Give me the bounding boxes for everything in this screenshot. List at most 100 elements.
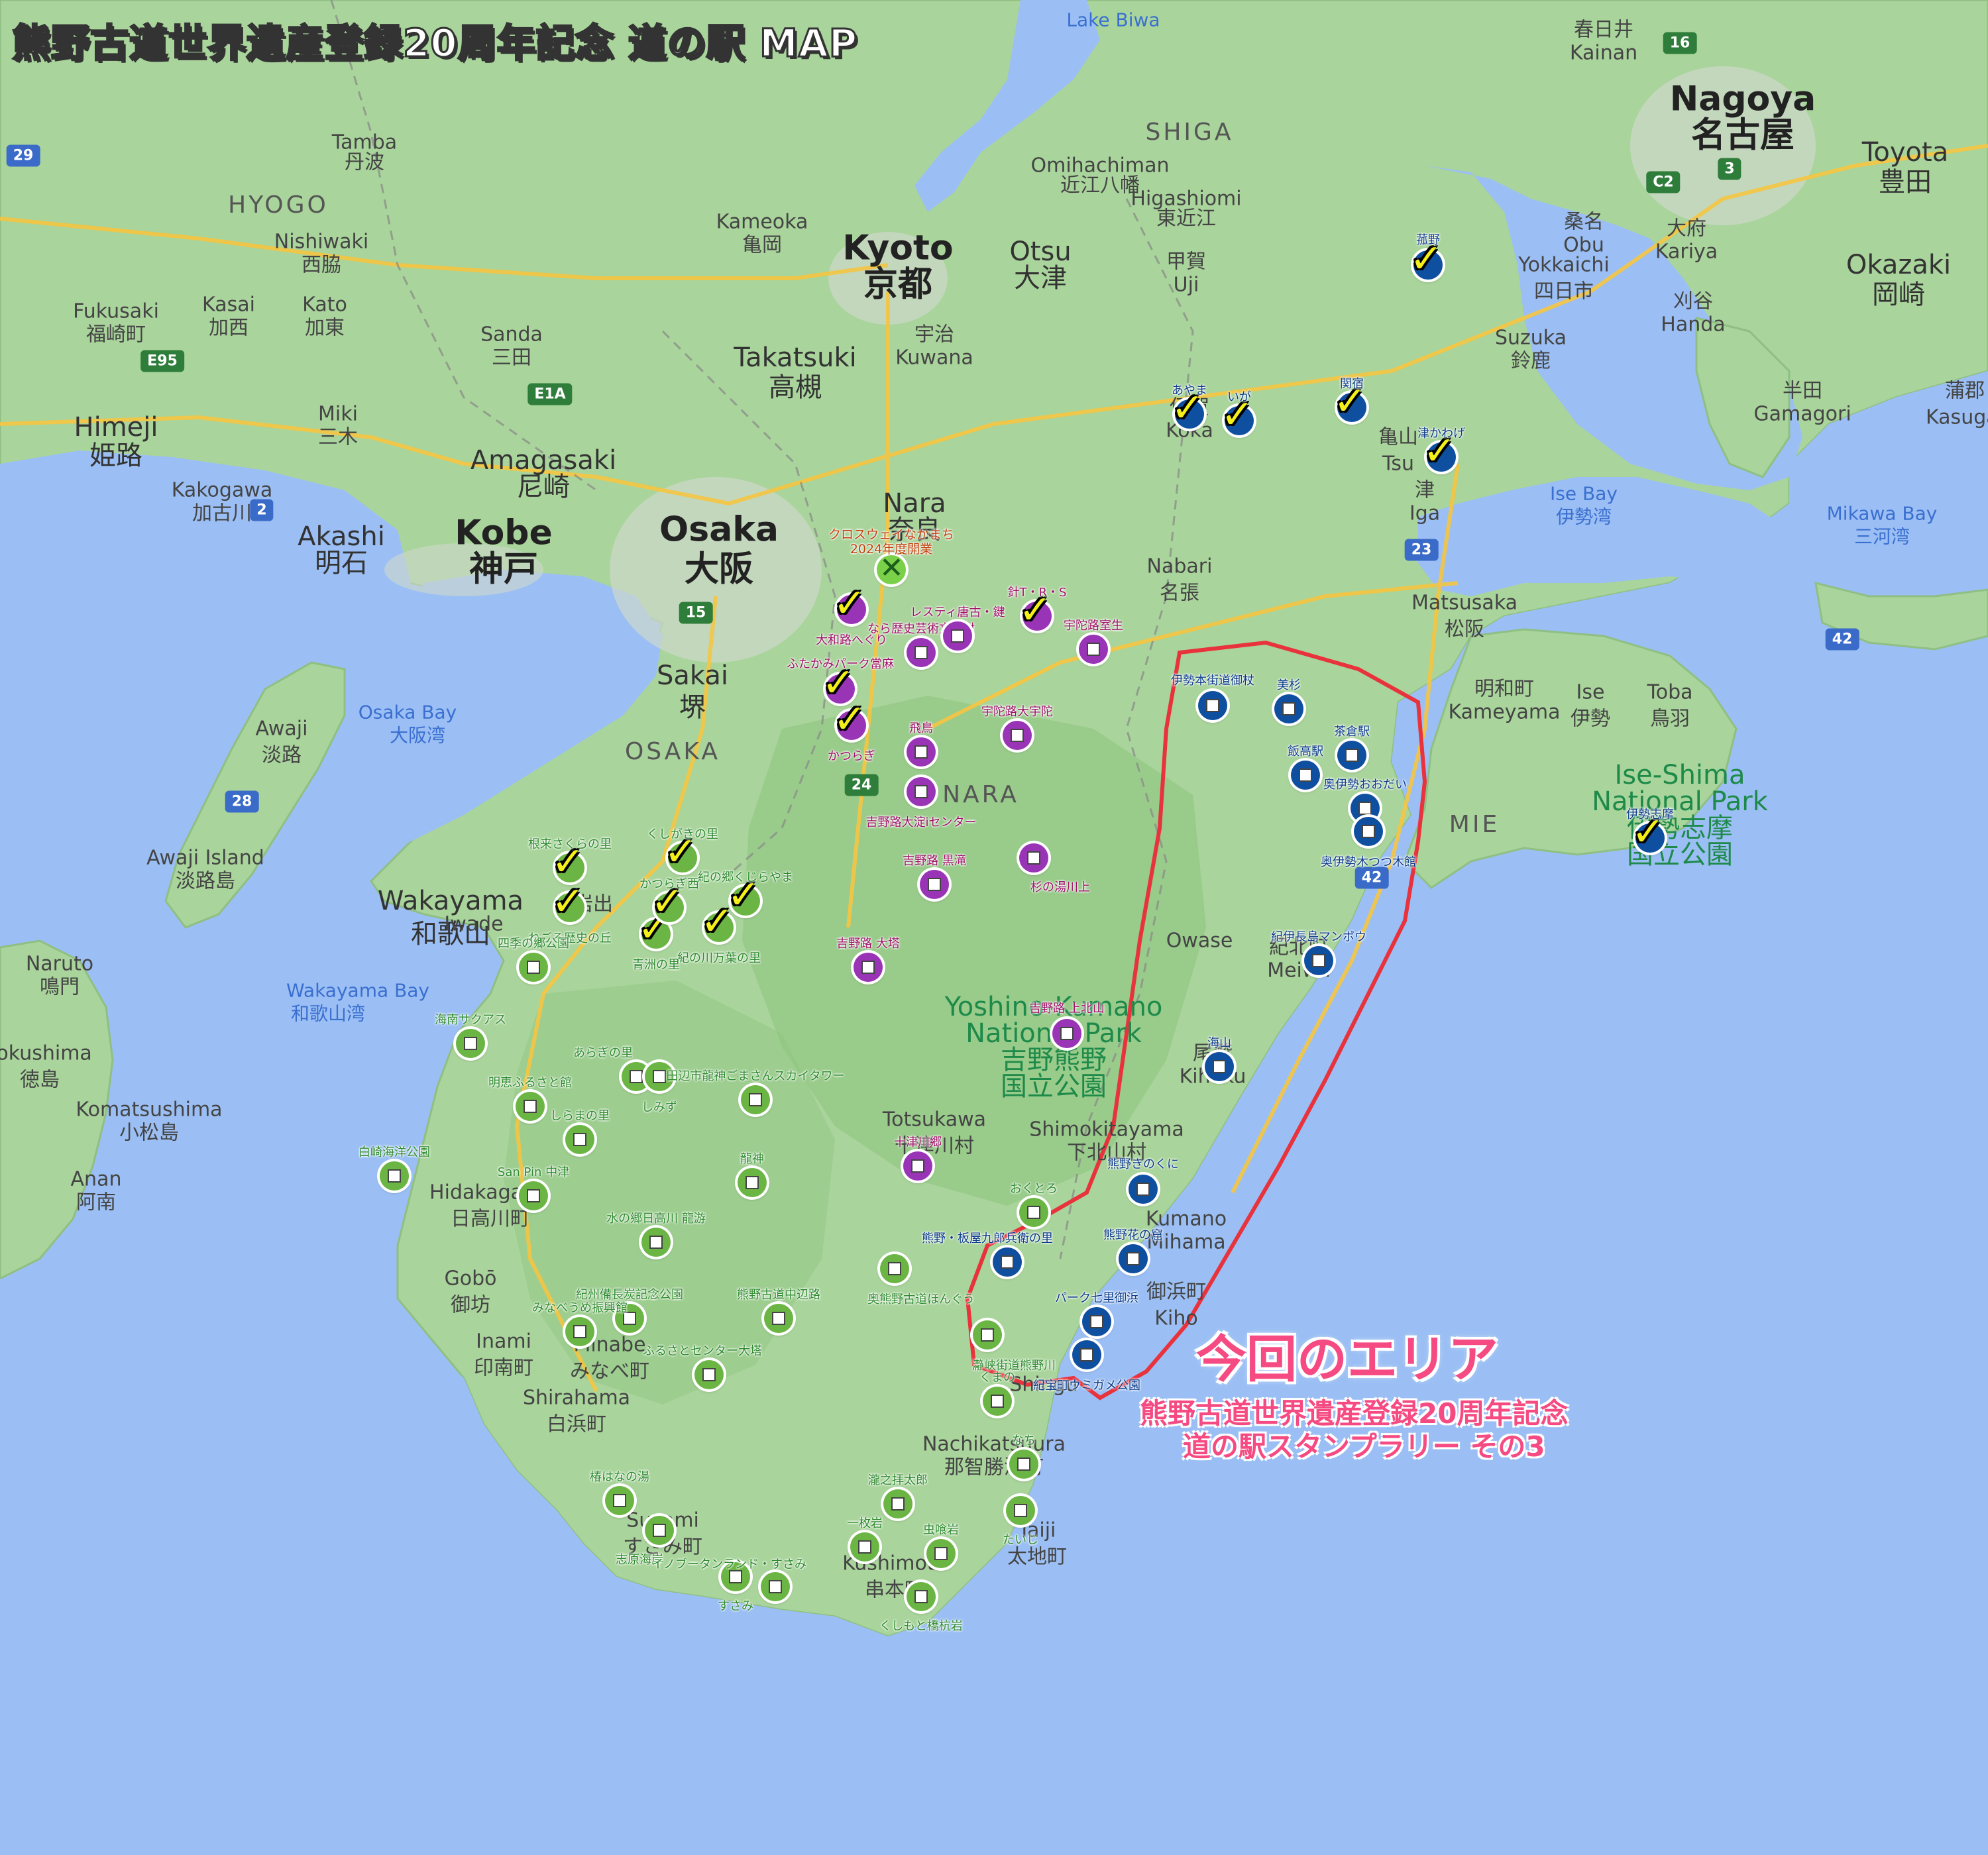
stamp-square-icon: [858, 1540, 871, 1554]
water-label: Osaka Bay: [358, 701, 457, 723]
station-marker[interactable]: [907, 737, 936, 767]
station-marker[interactable]: [1129, 1175, 1158, 1204]
station-marker[interactable]: ✓: [1423, 428, 1456, 474]
station-marker[interactable]: [993, 1247, 1022, 1277]
station-marker[interactable]: [1291, 761, 1320, 790]
station-marker[interactable]: ✓: [664, 829, 697, 875]
stamp-square-icon: [524, 1100, 537, 1113]
station-marker[interactable]: [741, 1085, 770, 1114]
station-marker[interactable]: [907, 1582, 936, 1611]
station-marker[interactable]: [456, 1029, 485, 1058]
place-label: 刈谷: [1673, 290, 1713, 313]
station-marker[interactable]: [854, 953, 883, 982]
place-label: Handa: [1661, 313, 1726, 337]
station-marker[interactable]: [850, 1532, 879, 1562]
station-marker[interactable]: [380, 1161, 409, 1191]
station-marker[interactable]: ✓: [727, 872, 760, 918]
station-name: ふるさとセンター大塔: [643, 1344, 762, 1358]
place-label: Okazaki: [1846, 250, 1952, 280]
station-name: 美杉: [1277, 678, 1301, 692]
station-marker[interactable]: [565, 1125, 594, 1154]
station-marker[interactable]: [903, 1151, 932, 1181]
place-label: Matsusaka: [1411, 591, 1518, 615]
station-marker[interactable]: [1354, 817, 1383, 846]
station-marker[interactable]: [1072, 1340, 1101, 1369]
station-marker[interactable]: [907, 777, 936, 806]
station-marker[interactable]: [983, 1387, 1012, 1416]
station-marker[interactable]: [973, 1320, 1002, 1350]
station-marker[interactable]: [565, 1317, 594, 1346]
station-name: 菰野: [1416, 233, 1440, 247]
station-marker[interactable]: [1019, 843, 1048, 873]
station-marker[interactable]: [738, 1168, 767, 1197]
station-marker[interactable]: [1274, 694, 1303, 723]
place-label: Sanda: [480, 323, 543, 346]
station-marker[interactable]: [926, 1539, 956, 1568]
station-name: あらぎの里: [573, 1046, 633, 1060]
station-marker[interactable]: [519, 1181, 548, 1210]
station-name: 海山: [1207, 1036, 1231, 1050]
place-label: Kyoto: [842, 228, 954, 268]
station-marker[interactable]: [1052, 1019, 1081, 1048]
station-marker[interactable]: [1304, 946, 1333, 975]
station-marker[interactable]: [1082, 1307, 1111, 1336]
place-label: Anan: [70, 1167, 122, 1191]
road-shield: C2: [1646, 171, 1681, 193]
station-name: 針T・R・S: [1007, 586, 1067, 600]
station-marker[interactable]: ✓: [833, 580, 866, 627]
place-label: 大府: [1667, 217, 1706, 240]
station-marker[interactable]: [516, 1092, 545, 1121]
stamp-square-icon: [1213, 1060, 1226, 1073]
road-shield: E95: [140, 350, 184, 372]
station-marker[interactable]: [694, 1360, 724, 1389]
station-marker[interactable]: [880, 1254, 909, 1283]
place-label: 太地町: [1007, 1545, 1067, 1569]
place-label: Osaka: [659, 509, 779, 550]
station-marker[interactable]: [1009, 1450, 1038, 1479]
station-marker[interactable]: [907, 638, 936, 667]
station-marker[interactable]: ✓: [833, 696, 866, 743]
station-marker[interactable]: [920, 870, 949, 899]
station-marker[interactable]: ✓: [1171, 385, 1204, 431]
place-label: Kuwana: [895, 346, 973, 370]
station-name: 四季の郷公園: [498, 937, 569, 951]
station-marker[interactable]: [1079, 635, 1108, 664]
place-label: 御浜町: [1146, 1280, 1206, 1304]
station-marker[interactable]: [645, 1516, 674, 1545]
station-name: 関宿: [1340, 377, 1364, 391]
station-marker[interactable]: ✓: [1333, 378, 1366, 425]
place-label: Naruto: [25, 952, 94, 976]
station-marker[interactable]: ✓: [1409, 236, 1443, 282]
station-marker-planned[interactable]: ✕: [877, 551, 906, 585]
station-marker[interactable]: [1019, 1198, 1048, 1227]
station-name: 奥伊勢木つつ木館: [1321, 855, 1416, 869]
station-marker[interactable]: [641, 1228, 671, 1257]
station-name: 熊野・板屋九郎兵衛の里: [922, 1232, 1053, 1246]
station-marker[interactable]: [1006, 1496, 1035, 1525]
station-marker[interactable]: ✓: [551, 878, 584, 925]
station-marker[interactable]: [1205, 1052, 1234, 1081]
station-marker[interactable]: [883, 1489, 912, 1518]
station-marker[interactable]: ✓: [1631, 809, 1665, 855]
place-label: Gamagori: [1753, 402, 1851, 426]
place-label: Toyota: [1861, 137, 1949, 168]
station-marker[interactable]: [519, 953, 548, 982]
station-name: なち: [1012, 1434, 1036, 1448]
stamp-square-icon: [991, 1395, 1004, 1408]
map-base[interactable]: [0, 0, 1988, 1855]
station-marker[interactable]: ✓: [1221, 392, 1254, 438]
station-marker[interactable]: [761, 1572, 790, 1601]
station-marker[interactable]: [1337, 741, 1366, 770]
station-marker[interactable]: [605, 1486, 634, 1515]
station-marker[interactable]: [943, 621, 972, 651]
station-marker[interactable]: [1198, 691, 1227, 720]
place-label: 淡路: [262, 743, 302, 767]
station-name: 白崎海洋公園: [359, 1145, 430, 1159]
station-marker[interactable]: [1119, 1244, 1148, 1273]
road-shield: 29: [6, 144, 40, 167]
place-label: Kainan: [1569, 41, 1638, 65]
station-marker[interactable]: ✓: [1019, 587, 1052, 633]
station-marker[interactable]: [764, 1304, 793, 1333]
station-marker[interactable]: [1003, 721, 1032, 750]
station-marker[interactable]: ✓: [651, 878, 684, 925]
